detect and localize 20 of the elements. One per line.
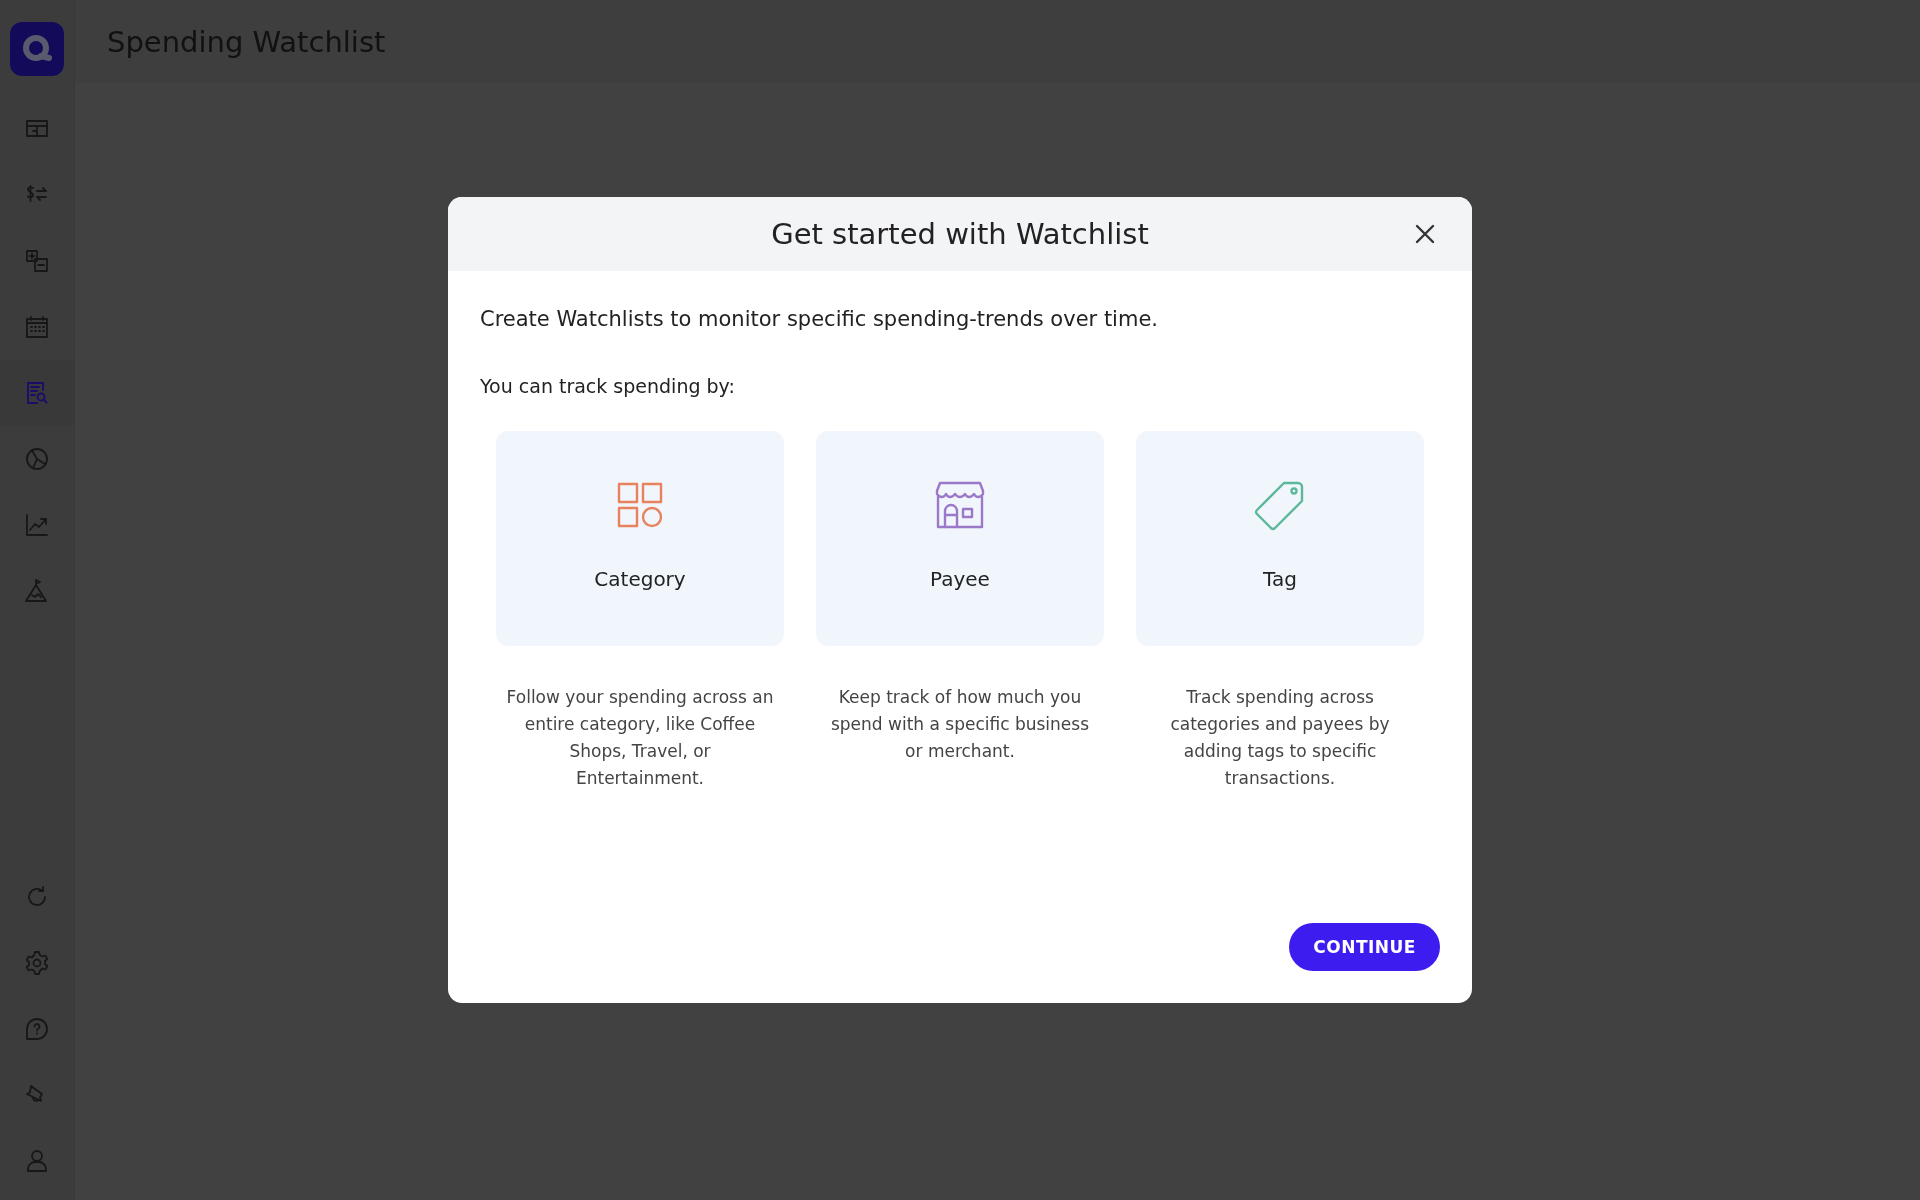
- continue-button[interactable]: CONTINUE: [1289, 923, 1440, 971]
- intro-text: Create Watchlists to monitor specific spending-trends over time.: [480, 307, 1159, 331]
- calendar-icon: [24, 314, 50, 340]
- user-icon: [24, 1148, 50, 1174]
- line-chart-icon: [24, 512, 50, 538]
- prompt-text: You can track spending by:: [480, 375, 736, 397]
- plus-minus-icon: [24, 248, 50, 274]
- pie-chart-icon: [24, 446, 50, 472]
- dialog-title: Get started with Watchlist: [771, 217, 1149, 251]
- help-icon: [24, 1016, 50, 1042]
- option-card[interactable]: Payee: [816, 431, 1104, 646]
- option-card[interactable]: Category: [496, 431, 784, 646]
- report-search-icon: [24, 380, 50, 406]
- option-card[interactable]: Tag: [1136, 431, 1424, 646]
- option-description: Follow your spending across an entire category, like Coffee Shops, Travel, or Entertainment.: [505, 686, 775, 790]
- app-logo[interactable]: [10, 22, 64, 76]
- settings-icon: [24, 950, 50, 976]
- option-description: Track spending across categories and payees by adding tags to specific transactions.: [1169, 686, 1391, 790]
- option-description: Keep track of how much you spend with a specific business or merchant.: [829, 686, 1091, 763]
- mountain-flag-icon: [24, 578, 50, 604]
